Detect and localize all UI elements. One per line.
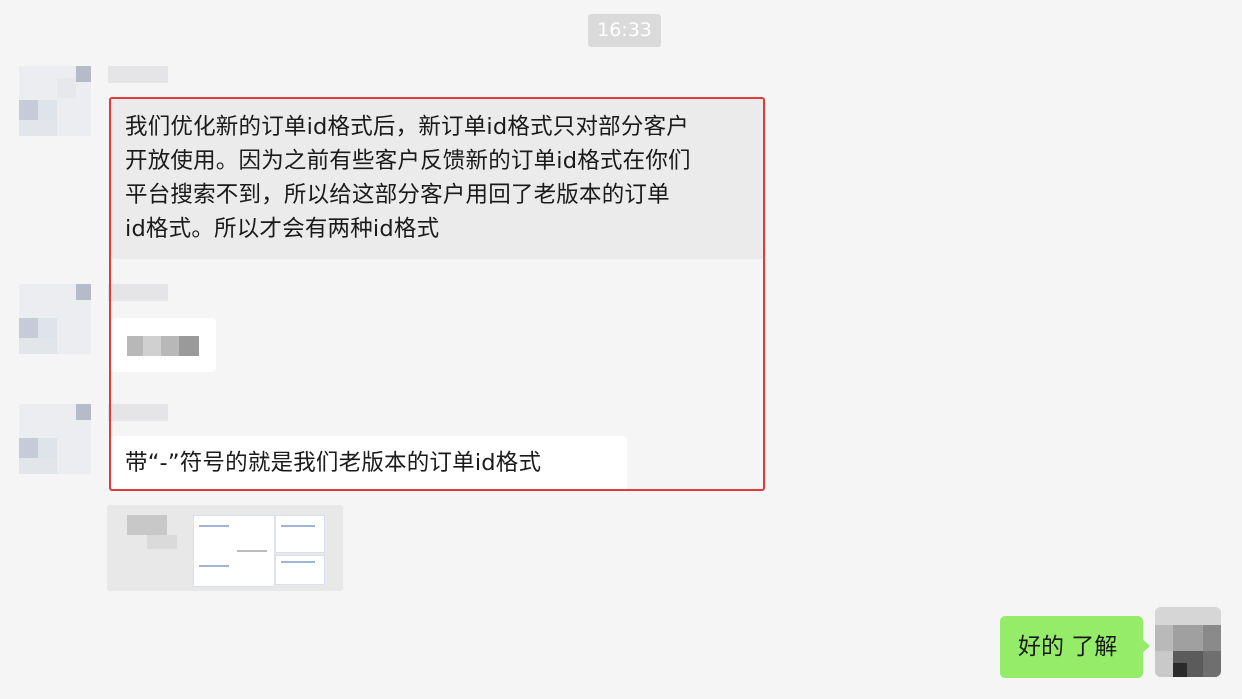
image-message[interactable] <box>107 505 343 591</box>
reply-text: 好的 了解 <box>1018 634 1118 660</box>
sender-avatar[interactable] <box>19 404 91 474</box>
reply-bubble-tail <box>1141 638 1150 654</box>
message-timestamp: 16:33 <box>588 14 661 47</box>
sender-avatar[interactable] <box>19 284 91 354</box>
sender-name <box>108 66 168 83</box>
sender-avatar[interactable] <box>19 66 91 136</box>
own-avatar[interactable] <box>1155 607 1221 677</box>
highlight-box <box>109 97 765 491</box>
